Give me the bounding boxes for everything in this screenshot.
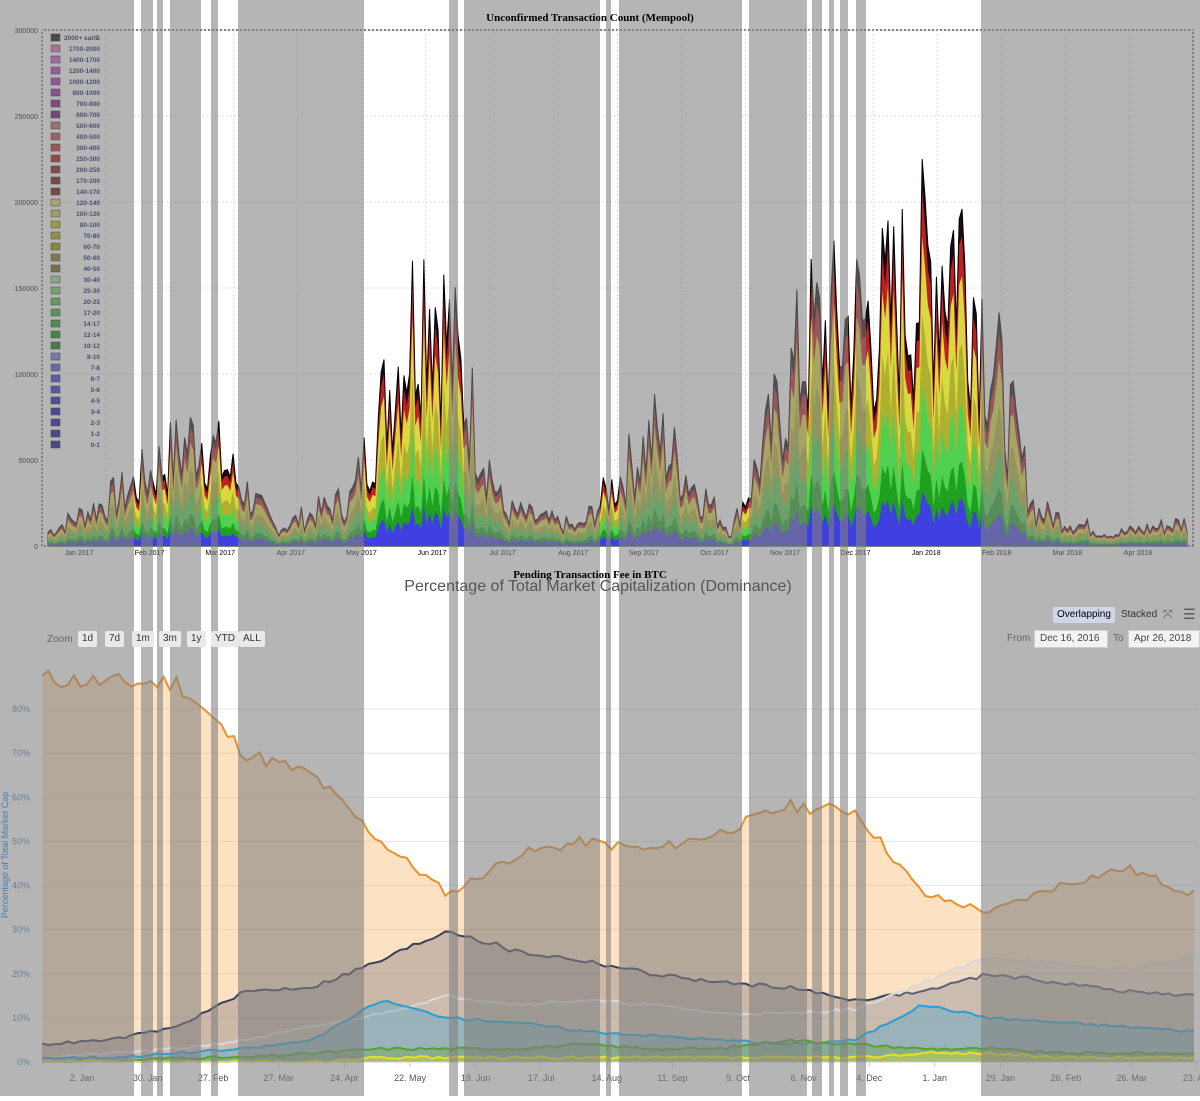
zoom-1y-button[interactable]: 1y (187, 631, 206, 647)
overlay-band (856, 0, 866, 1096)
stacked-mode-button[interactable]: Stacked (1117, 607, 1161, 623)
overlay-band (981, 0, 1200, 1096)
overlay-band (170, 0, 201, 1096)
mempool-x-tick: Jun 2017 (418, 550, 447, 557)
to-label: To (1113, 633, 1124, 644)
overlay-band (464, 0, 600, 1096)
overlay-band (840, 0, 848, 1096)
dominance-x-tick: 22. May (394, 1073, 427, 1083)
mempool-chart-title: Unconfirmed Transaction Count (Mempool) (486, 12, 694, 24)
dominance-y-axis-label: Percentage of Total Market Cap (0, 791, 11, 919)
zoom-label: Zoom (47, 634, 73, 645)
dominance-x-tick: 1. Jan (923, 1073, 948, 1083)
chart-canvas: 050000100000150000200000250000300000Jan … (0, 0, 1200, 1096)
overlapping-mode-button[interactable]: Overlapping (1053, 607, 1115, 623)
overlay-band (211, 0, 218, 1096)
overlay-band (0, 0, 134, 1096)
overlay-band (141, 0, 153, 1096)
zoom-1d-button[interactable]: 1d (78, 631, 98, 647)
zoom-1m-button[interactable]: 1m (132, 631, 154, 647)
from-label: From (1007, 633, 1031, 644)
zoom-7d-button[interactable]: 7d (105, 631, 125, 647)
overlay-band (449, 0, 458, 1096)
mempool-x-tick: Jan 2018 (912, 550, 941, 557)
zoom-all-button[interactable]: ALL (239, 631, 265, 647)
overlay-band (238, 0, 364, 1096)
to-date-input[interactable]: Apr 26, 2018 (1128, 630, 1200, 648)
zoom-ytd-button[interactable]: YTD (211, 631, 239, 647)
dominance-chart-title: Percentage of Total Market Capitalizatio… (404, 578, 792, 595)
overlay-band (812, 0, 822, 1096)
menu-icon[interactable]: ☰ (1183, 607, 1197, 621)
screenshot: 050000100000150000200000250000300000Jan … (0, 0, 1200, 1096)
overlay-band (157, 0, 163, 1096)
fullscreen-icon[interactable]: ⤧ (1163, 608, 1175, 620)
overlay-band (829, 0, 834, 1096)
zoom-3m-button[interactable]: 3m (159, 631, 181, 647)
mempool-x-tick: Mar 2017 (205, 550, 235, 557)
overlay-band (619, 0, 742, 1096)
from-date-input[interactable]: Dec 16, 2016 (1034, 630, 1108, 648)
overlay-band (749, 0, 807, 1096)
overlay-band (606, 0, 611, 1096)
